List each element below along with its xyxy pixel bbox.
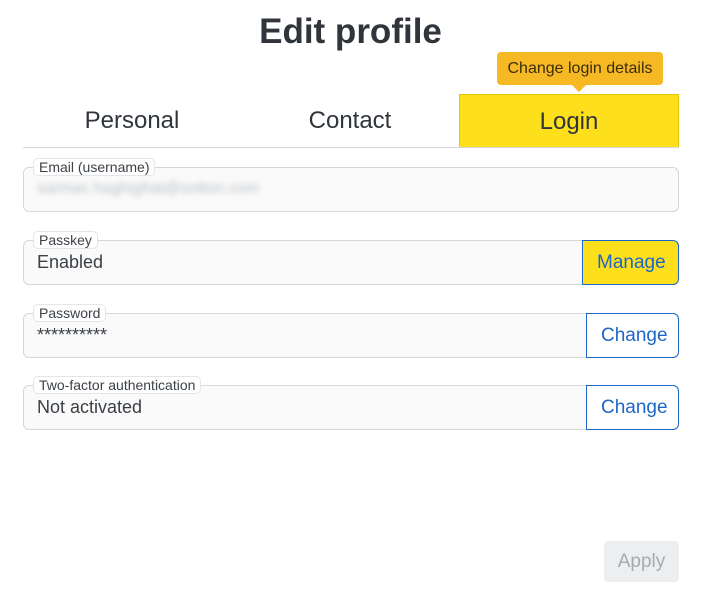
password-label: Password [33,304,107,322]
email-label: Email (username) [33,158,156,176]
tab-personal[interactable]: Personal [23,94,241,147]
change-two-factor-button[interactable]: Change [586,385,679,430]
change-password-button[interactable]: Change [586,313,679,358]
email-value: sarmac.haghighat@sotton.com [37,180,259,197]
two-factor-value: Not activated [37,397,143,417]
page-title: Edit profile [259,12,442,51]
manage-passkey-button[interactable]: Manage [582,240,679,285]
apply-button[interactable]: Apply [604,541,679,582]
tab-bar: Personal Contact Login [23,94,679,148]
edit-profile-dialog: Edit profile Change login details Person… [0,0,701,595]
passkey-value: Enabled [37,252,104,272]
tab-contact[interactable]: Contact [241,94,459,147]
tab-login[interactable]: Login [459,94,679,147]
passkey-label: Passkey [33,231,98,249]
password-field: Password ********** Change [23,304,679,358]
two-factor-field: Two-factor authentication Not activated … [23,376,679,430]
email-field[interactable]: Email (username) sarmac.haghighat@sotton… [23,158,679,212]
passkey-field: Passkey Enabled Manage [23,231,679,285]
tab-tooltip: Change login details [497,52,663,92]
password-value: ********** [37,325,108,345]
two-factor-label: Two-factor authentication [33,376,202,394]
